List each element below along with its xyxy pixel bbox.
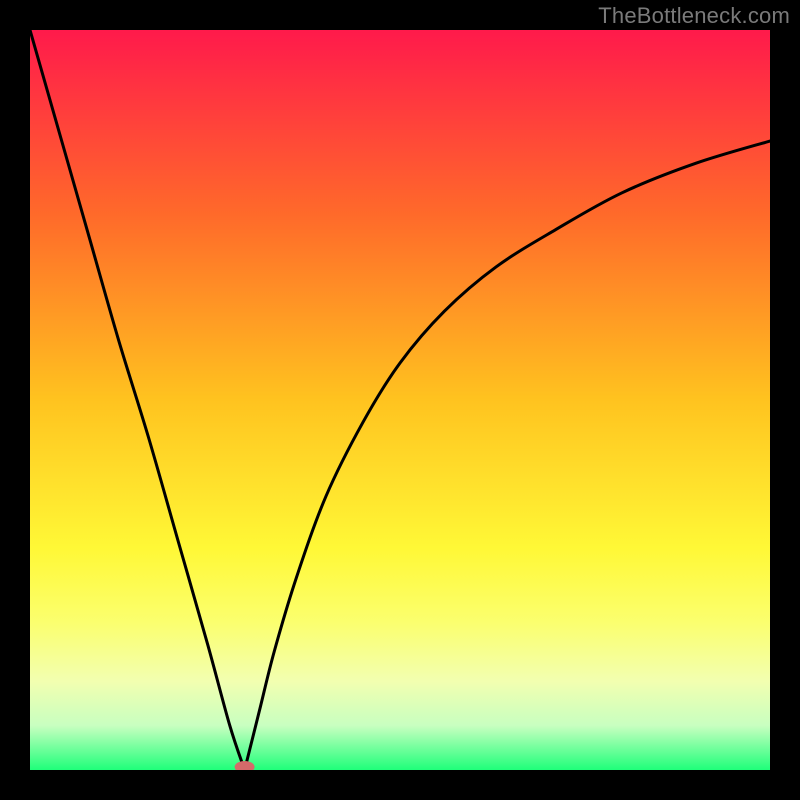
plot-background bbox=[30, 30, 770, 770]
chart-frame: TheBottleneck.com bbox=[0, 0, 800, 800]
bottleneck-chart bbox=[30, 30, 770, 770]
watermark-text: TheBottleneck.com bbox=[598, 3, 790, 29]
